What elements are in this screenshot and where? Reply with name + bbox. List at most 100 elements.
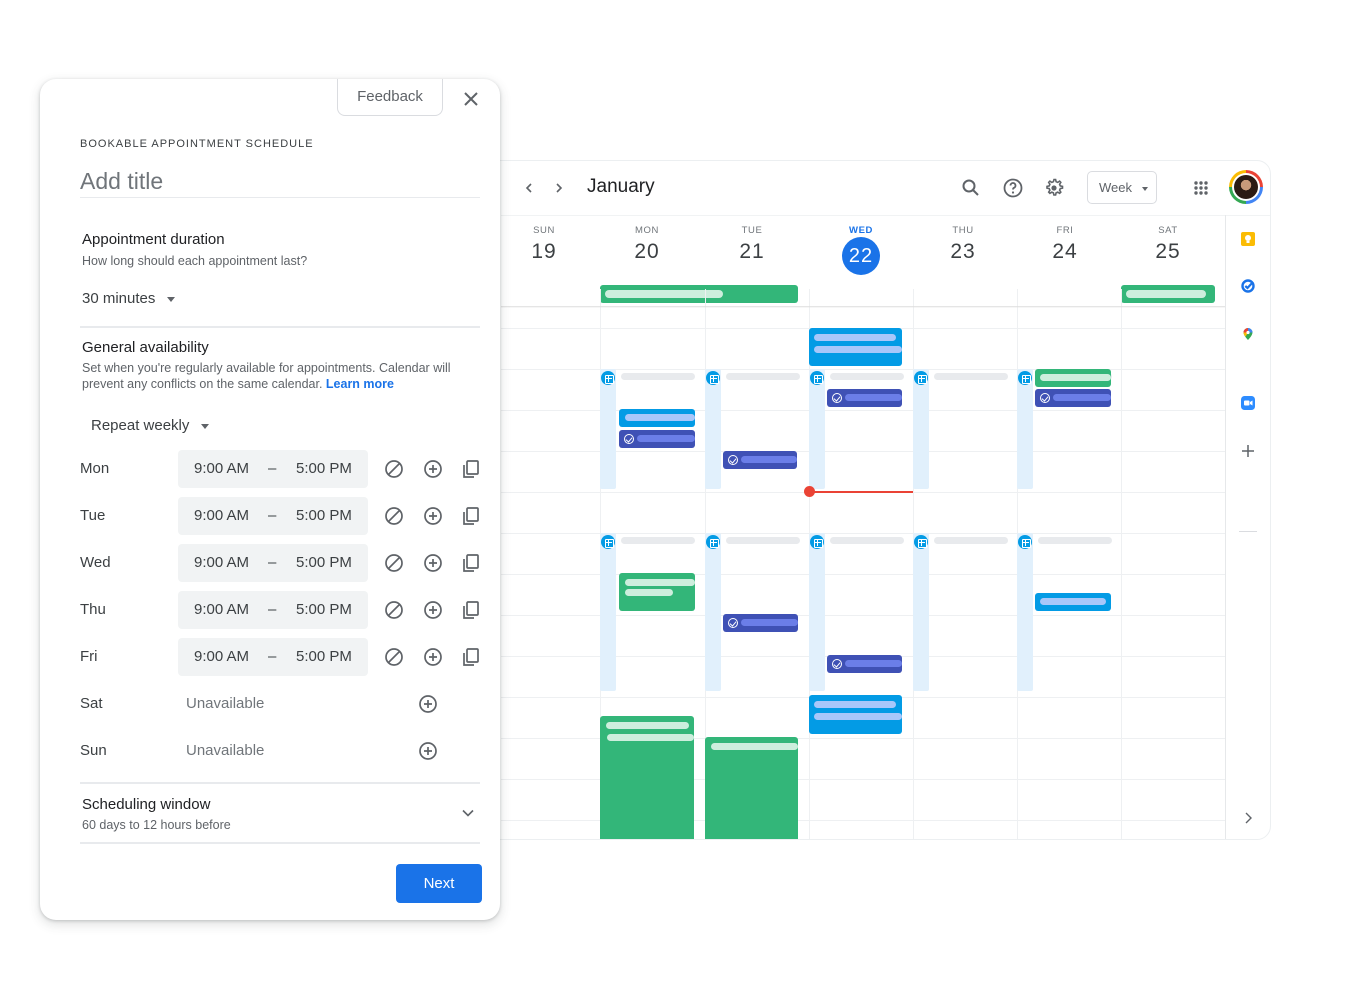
availability-block[interactable] — [705, 533, 721, 691]
all-day-event[interactable] — [1121, 285, 1215, 303]
next-button[interactable]: Next — [396, 864, 482, 903]
start-time[interactable]: 9:00 AM — [194, 648, 249, 665]
unavailable-icon[interactable] — [384, 600, 404, 620]
view-select[interactable]: Week — [1087, 171, 1157, 204]
add-time-icon[interactable] — [418, 694, 438, 714]
add-time-icon[interactable] — [423, 459, 443, 479]
availability-block[interactable] — [705, 369, 721, 489]
chevron-down-icon[interactable] — [461, 806, 475, 820]
end-time[interactable]: 5:00 PM — [296, 601, 352, 618]
day-header-tue[interactable]: TUE 21 — [700, 225, 804, 264]
task-event[interactable] — [1035, 389, 1111, 407]
repeat-select[interactable]: Repeat weekly — [91, 417, 210, 434]
availability-row-sun: Sun Unavailable — [80, 732, 480, 770]
day-header-thu[interactable]: THU 23 — [911, 225, 1015, 264]
task-event[interactable] — [827, 655, 902, 673]
start-time[interactable]: 9:00 AM — [194, 554, 249, 571]
availability-block[interactable] — [600, 369, 616, 489]
task-event[interactable] — [723, 614, 798, 632]
availability-block[interactable] — [913, 369, 929, 489]
day-header-fri[interactable]: FRI 24 — [1013, 225, 1117, 264]
copy-icon[interactable] — [461, 459, 481, 479]
calendar-event[interactable] — [1035, 369, 1111, 387]
add-addon-icon[interactable] — [1241, 444, 1255, 458]
end-time[interactable]: 5:00 PM — [296, 460, 352, 477]
add-time-icon[interactable] — [423, 647, 443, 667]
end-time[interactable]: 5:00 PM — [296, 648, 352, 665]
add-time-icon[interactable] — [423, 553, 443, 573]
account-avatar[interactable] — [1229, 170, 1263, 204]
start-time[interactable]: 9:00 AM — [194, 507, 249, 524]
calendar-event[interactable] — [619, 573, 695, 611]
task-event[interactable] — [619, 430, 695, 448]
day-header-mon[interactable]: MON 20 — [595, 225, 699, 264]
availability-row-wed: Wed 9:00 AM – 5:00 PM — [80, 544, 480, 582]
unavailable-icon[interactable] — [384, 553, 404, 573]
feedback-button[interactable]: Feedback — [337, 79, 443, 116]
booking-page-icon[interactable] — [914, 371, 928, 385]
calendar-event[interactable] — [705, 737, 798, 839]
day-header-sun[interactable]: SUN 19 — [492, 225, 596, 264]
title-input[interactable] — [80, 165, 480, 198]
add-time-icon[interactable] — [423, 506, 443, 526]
availability-block[interactable] — [600, 533, 616, 691]
maps-icon[interactable] — [1241, 327, 1255, 341]
day-header-sat[interactable]: SAT 25 — [1116, 225, 1220, 264]
copy-icon[interactable] — [461, 506, 481, 526]
calendar-event[interactable] — [619, 409, 695, 427]
copy-icon[interactable] — [461, 600, 481, 620]
availability-label-placeholder — [726, 373, 800, 380]
day-header-wed-today[interactable]: WED 22 — [809, 225, 913, 275]
range-dash: – — [268, 554, 277, 571]
close-icon[interactable] — [461, 89, 481, 109]
booking-page-icon[interactable] — [706, 371, 720, 385]
calendar-event[interactable] — [809, 695, 902, 734]
availability-block[interactable] — [1017, 369, 1033, 489]
calendar-event[interactable] — [600, 716, 694, 839]
availability-block[interactable] — [809, 369, 825, 489]
apps-button[interactable] — [1189, 176, 1213, 200]
keep-icon[interactable] — [1241, 232, 1255, 246]
calendar-event[interactable] — [1035, 593, 1111, 611]
duration-select[interactable]: 30 minutes — [82, 290, 176, 307]
time-range: 9:00 AM – 5:00 PM — [178, 450, 368, 488]
help-button[interactable] — [1001, 176, 1025, 200]
all-day-event[interactable] — [600, 285, 798, 303]
end-time[interactable]: 5:00 PM — [296, 554, 352, 571]
booking-page-icon[interactable] — [810, 371, 824, 385]
task-event[interactable] — [723, 451, 797, 469]
start-time[interactable]: 9:00 AM — [194, 601, 249, 618]
end-time[interactable]: 5:00 PM — [296, 507, 352, 524]
next-week-button[interactable] — [549, 178, 569, 198]
avatar-photo — [1234, 175, 1258, 199]
expand-panel-chevron-icon[interactable] — [1241, 811, 1255, 825]
availability-row-tue: Tue 9:00 AM – 5:00 PM — [80, 497, 480, 535]
task-event[interactable] — [827, 389, 902, 407]
unavailable-icon[interactable] — [384, 647, 404, 667]
calendar-event[interactable] — [809, 328, 902, 366]
unavailable-icon[interactable] — [384, 506, 404, 526]
add-time-icon[interactable] — [418, 741, 438, 761]
zoom-meet-icon[interactable] — [1241, 396, 1255, 410]
availability-description-text: Set when you're regularly available for … — [82, 361, 451, 391]
availability-block[interactable] — [913, 533, 929, 691]
search-button[interactable] — [959, 176, 983, 200]
unavailable-icon[interactable] — [384, 459, 404, 479]
copy-icon[interactable] — [461, 647, 481, 667]
booking-page-icon[interactable] — [601, 535, 615, 549]
availability-block[interactable] — [1017, 533, 1033, 691]
booking-page-icon[interactable] — [1018, 535, 1032, 549]
booking-page-icon[interactable] — [601, 371, 615, 385]
booking-page-icon[interactable] — [706, 535, 720, 549]
booking-page-icon[interactable] — [810, 535, 824, 549]
booking-page-icon[interactable] — [914, 535, 928, 549]
copy-icon[interactable] — [461, 553, 481, 573]
prev-week-button[interactable] — [519, 178, 539, 198]
add-time-icon[interactable] — [423, 600, 443, 620]
learn-more-link[interactable]: Learn more — [326, 377, 394, 391]
settings-button[interactable] — [1042, 176, 1066, 200]
start-time[interactable]: 9:00 AM — [194, 460, 249, 477]
tasks-icon[interactable] — [1241, 279, 1255, 293]
availability-block[interactable] — [809, 533, 825, 691]
booking-page-icon[interactable] — [1018, 371, 1032, 385]
